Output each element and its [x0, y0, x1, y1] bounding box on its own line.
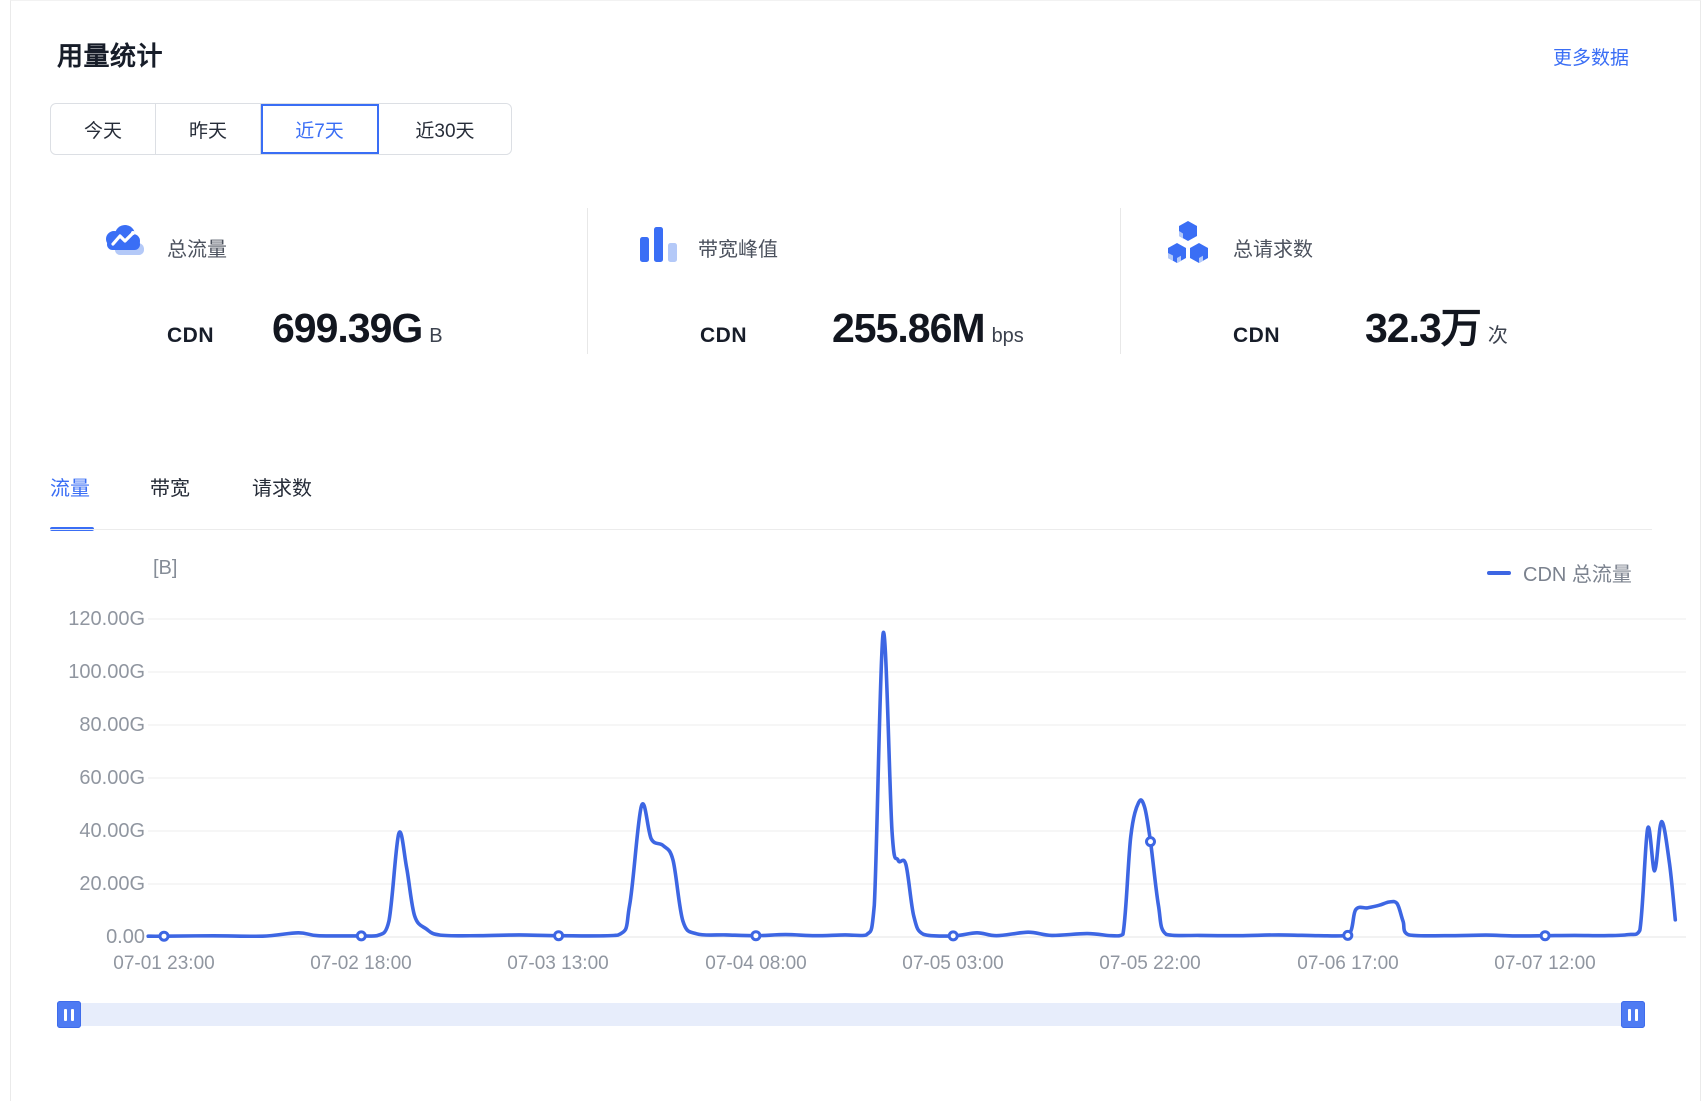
x-tick: 07-03 13:00	[468, 953, 648, 975]
stat-number: 32.3万	[1365, 308, 1481, 349]
y-tick: 120.00G	[28, 608, 145, 631]
stat-value-bandwidth: CDN 255.86M bps	[700, 308, 1024, 349]
y-tick: 20.00G	[28, 873, 145, 896]
stat-number: 699.39G	[272, 308, 422, 349]
pause-bars-icon	[64, 1009, 67, 1021]
y-tick: 0.00	[28, 926, 145, 949]
stat-product: CDN	[1233, 324, 1280, 348]
x-tick: 07-01 23:00	[74, 953, 254, 975]
stat-unit: B	[429, 325, 442, 348]
stat-label-traffic: 总流量	[167, 233, 227, 262]
x-tick: 07-07 12:00	[1455, 953, 1635, 975]
stat-label-requests: 总请求数	[1233, 233, 1313, 262]
range-tab-yesterday[interactable]: 昨天	[156, 104, 261, 154]
x-tick: 07-04 08:00	[666, 953, 846, 975]
stat-unit: 次	[1488, 319, 1508, 348]
datazoom-left-handle[interactable]	[57, 1001, 81, 1028]
tab-requests[interactable]: 请求数	[252, 472, 312, 501]
time-range-group: 今天 昨天 近7天 近30天	[50, 103, 512, 155]
range-tab-today[interactable]: 今天	[51, 104, 156, 154]
range-tab-30days[interactable]: 近30天	[379, 104, 511, 154]
datazoom-right-handle[interactable]	[1621, 1001, 1645, 1028]
legend-item[interactable]: CDN 总流量	[1487, 558, 1632, 587]
page-title: 用量统计	[57, 36, 163, 73]
pause-bars-icon	[1628, 1009, 1631, 1021]
requests-cubes-icon	[1165, 219, 1211, 270]
y-axis-unit-label: [B]	[153, 557, 177, 580]
tab-bandwidth[interactable]: 带宽	[150, 472, 190, 501]
stat-value-traffic: CDN 699.39G B	[167, 308, 443, 349]
bandwidth-bars-icon	[636, 221, 682, 272]
datazoom-track[interactable]	[57, 1003, 1645, 1026]
usage-stats-panel	[10, 0, 1701, 1101]
tab-traffic[interactable]: 流量	[50, 472, 90, 501]
y-tick: 40.00G	[28, 820, 145, 843]
range-tab-7days[interactable]: 近7天	[261, 104, 379, 154]
stat-unit: bps	[992, 325, 1024, 348]
y-tick: 100.00G	[28, 661, 145, 684]
stat-divider	[587, 208, 588, 354]
pause-bars-icon	[1635, 1009, 1638, 1021]
stat-product: CDN	[167, 324, 214, 348]
legend-label: CDN 总流量	[1523, 558, 1632, 587]
x-tick: 07-06 17:00	[1258, 953, 1438, 975]
x-tick: 07-05 22:00	[1060, 953, 1240, 975]
tab-divider-line	[50, 529, 1652, 530]
stat-label-bandwidth: 带宽峰值	[698, 233, 778, 262]
stat-value-requests: CDN 32.3万 次	[1233, 308, 1508, 349]
stat-number: 255.86M	[832, 308, 985, 349]
cloud-traffic-icon	[101, 221, 147, 272]
more-data-link[interactable]: 更多数据	[1553, 43, 1629, 70]
x-tick: 07-02 18:00	[271, 953, 451, 975]
legend-line-swatch	[1487, 571, 1511, 575]
pause-bars-icon	[71, 1009, 74, 1021]
y-tick: 80.00G	[28, 714, 145, 737]
x-tick: 07-05 03:00	[863, 953, 1043, 975]
stat-divider	[1120, 208, 1121, 354]
stat-product: CDN	[700, 324, 747, 348]
y-tick: 60.00G	[28, 767, 145, 790]
